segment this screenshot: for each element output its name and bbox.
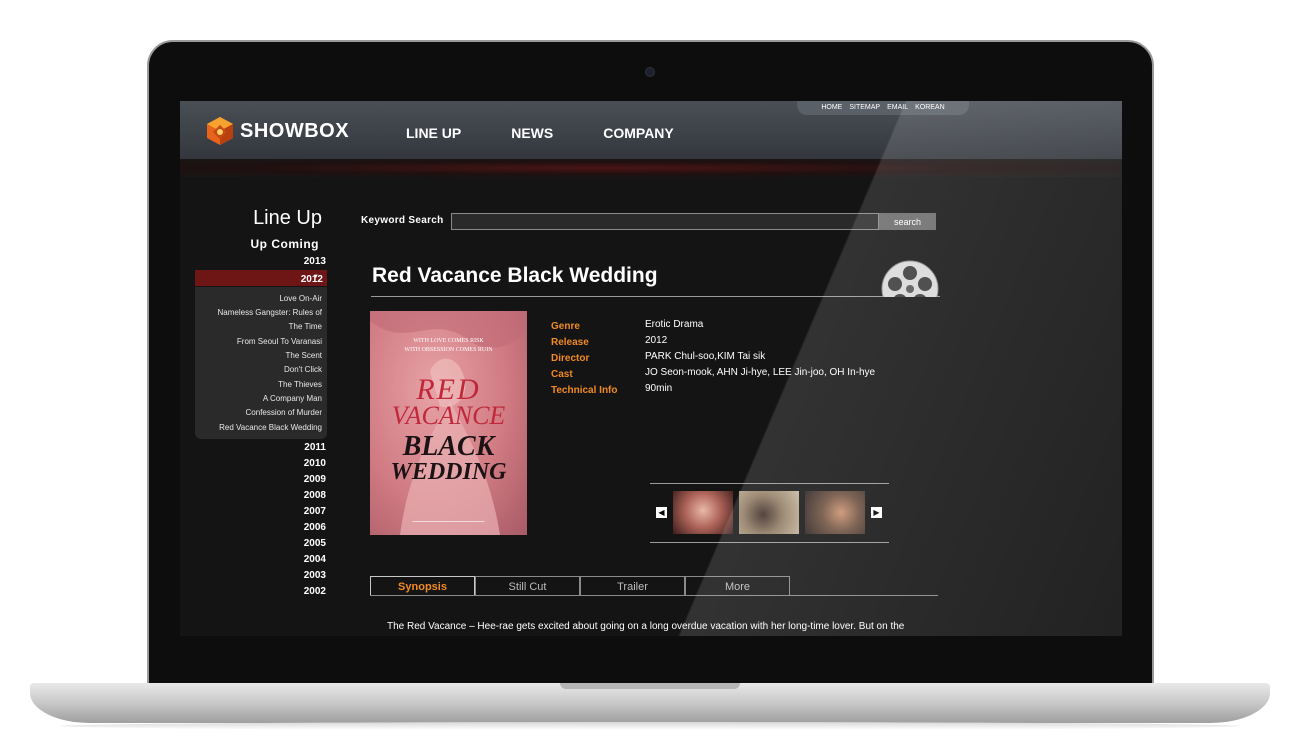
sidebar-film-item[interactable]: Don't Click	[284, 365, 322, 374]
laptop-notch	[560, 683, 740, 689]
gallery-thumbnail[interactable]	[805, 491, 865, 534]
sidebar-year[interactable]: 2010	[180, 458, 326, 469]
tab-synopsis[interactable]: Synopsis	[370, 576, 475, 596]
gallery-next-button[interactable]: ▶	[871, 507, 882, 518]
header-divider	[180, 159, 1122, 177]
showbox-logo[interactable]: SHOWBOX	[204, 115, 349, 147]
tab-trailer[interactable]: Trailer	[580, 576, 685, 596]
gallery-thumbnail[interactable]	[673, 491, 733, 534]
search-button[interactable]: search	[879, 213, 936, 230]
sidebar-year[interactable]: 2006	[180, 522, 326, 533]
info-value: JO Seon-mook, AHN Ji-hye, LEE Jin-joo, O…	[645, 367, 876, 378]
sidebar-active-year-label: 2012	[300, 274, 323, 285]
movie-poster[interactable]: WITH LOVE COMES RISK WITH OBSESSION COME…	[370, 311, 527, 535]
site-header: SHOWBOX LINE UP NEWS COMPANY HOME SITEMA…	[180, 101, 1122, 159]
logo-cube-icon	[207, 117, 233, 145]
util-email[interactable]: EMAIL	[887, 104, 908, 111]
sidebar-year-active[interactable]: ▼ 2012	[195, 270, 327, 286]
info-value: 90min	[645, 383, 673, 394]
laptop-base	[30, 683, 1270, 723]
screen: SHOWBOX LINE UP NEWS COMPANY HOME SITEMA…	[180, 101, 1122, 636]
info-value: 2012	[645, 335, 668, 346]
synopsis-text: The Red Vacance – Hee-rae gets excited a…	[387, 621, 905, 632]
sidebar-year[interactable]: 2009	[180, 474, 326, 485]
poster-word-vacance: VACANCE	[391, 401, 506, 430]
sidebar-year[interactable]: 2007	[180, 506, 326, 517]
util-sitemap[interactable]: SITEMAP	[849, 104, 880, 111]
search-input[interactable]	[451, 213, 879, 230]
main-nav: LINE UP NEWS COMPANY	[406, 125, 724, 141]
gallery-thumbnail[interactable]	[739, 491, 799, 534]
info-label: Director	[551, 353, 590, 364]
sidebar-film-item[interactable]: Nameless Gangster: Rules of	[218, 308, 323, 317]
sidebar-year[interactable]: 2008	[180, 490, 326, 501]
info-label: Technical Info	[551, 385, 618, 396]
title-divider	[371, 296, 940, 297]
sidebar-year[interactable]: 2004	[180, 554, 326, 565]
sidebar-film-list: Love On-Air Nameless Gangster: Rules of …	[195, 287, 327, 439]
gallery-top-rule	[650, 483, 889, 484]
movie-title: Red Vacance Black Wedding	[372, 264, 658, 287]
sidebar-film-item-current[interactable]: Red Vacance Black Wedding	[219, 423, 322, 432]
util-korean[interactable]: KOREAN	[915, 104, 945, 111]
webcam	[645, 67, 655, 77]
poster-tagline-2: WITH OBSESSION COMES RUIN	[404, 347, 493, 353]
sidebar-film-item[interactable]: From Seoul To Varanasi	[237, 337, 322, 346]
sidebar-year-2013[interactable]: 2013	[180, 256, 326, 267]
sidebar-film-item[interactable]: A Company Man	[263, 394, 322, 403]
sidebar-upcoming[interactable]: Up Coming	[180, 237, 319, 251]
utility-links: HOME SITEMAP EMAIL KOREAN	[797, 101, 969, 115]
sidebar-film-item[interactable]: The Time	[289, 322, 322, 331]
tab-divider	[370, 595, 938, 596]
tab-still-cut[interactable]: Still Cut	[475, 576, 580, 596]
tab-more[interactable]: More	[685, 576, 790, 596]
nav-news[interactable]: NEWS	[511, 125, 553, 141]
sidebar-film-item[interactable]: Love On-Air	[279, 294, 322, 303]
util-home[interactable]: HOME	[821, 104, 842, 111]
sidebar-film-item[interactable]: The Thieves	[278, 380, 322, 389]
poster-word-wedding: WEDDING	[390, 459, 507, 485]
gallery-prev-button[interactable]: ◀	[656, 507, 667, 518]
sidebar-film-item[interactable]: The Scent	[286, 351, 322, 360]
sidebar-year[interactable]: 2011	[180, 442, 326, 453]
info-value: Erotic Drama	[645, 319, 704, 330]
info-label: Genre	[551, 321, 580, 332]
info-label: Release	[551, 337, 589, 348]
poster-tagline-1: WITH LOVE COMES RISK	[413, 338, 484, 344]
film-reel-icon	[881, 260, 939, 297]
sidebar-year[interactable]: 2003	[180, 570, 326, 581]
info-label: Cast	[551, 369, 573, 380]
info-value: PARK Chul-soo,KIM Tai sik	[645, 351, 766, 362]
sidebar-film-item[interactable]: Confession of Murder	[246, 408, 322, 417]
poster-credits: ▬▬▬▬▬▬▬▬▬▬▬▬▬▬▬▬▬▬▬▬▬▬▬▬	[412, 519, 485, 523]
laptop-shadow	[60, 722, 1240, 730]
sidebar-year[interactable]: 2005	[180, 538, 326, 549]
logo-text: SHOWBOX	[240, 119, 350, 142]
nav-lineup[interactable]: LINE UP	[406, 125, 461, 141]
gallery-bottom-rule	[650, 542, 889, 543]
search-label: Keyword Search	[361, 215, 444, 226]
nav-company[interactable]: COMPANY	[603, 125, 674, 141]
sidebar-title: Line Up	[253, 207, 322, 229]
sidebar-year[interactable]: 2002	[180, 586, 326, 597]
poster-tagline: WITH LOVE COMES RISK WITH OBSESSION COME…	[370, 337, 527, 355]
